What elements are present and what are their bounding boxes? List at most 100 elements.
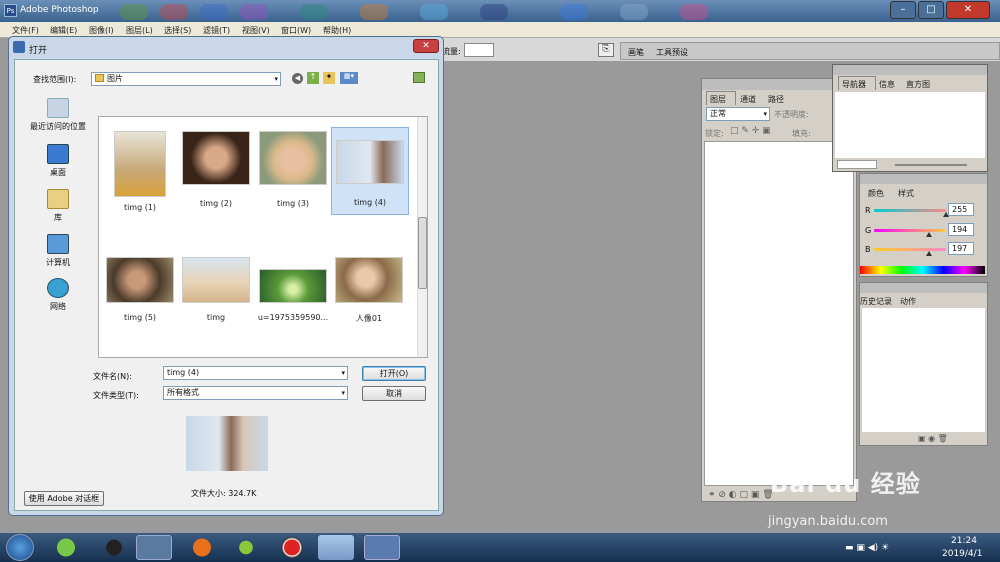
tab-channels[interactable]: 通道 [740, 94, 756, 105]
network-icon [47, 278, 69, 298]
menu-select[interactable]: 选择(S) [164, 25, 191, 36]
scrollbar-thumb[interactable] [418, 217, 427, 289]
view-menu-icon[interactable]: ▦▾ [340, 72, 358, 84]
tab-actions[interactable]: 动作 [900, 296, 916, 307]
tab-styles[interactable]: 样式 [898, 188, 914, 199]
folder-icon [95, 74, 104, 82]
menu-filter[interactable]: 滤镜(T) [203, 25, 230, 36]
menu-file[interactable]: 文件(F) [12, 25, 39, 36]
place-recent[interactable]: 最近访问的位置 [23, 98, 93, 132]
menu-edit[interactable]: 编辑(E) [50, 25, 77, 36]
file-thumbnail [182, 131, 250, 185]
slider-knob-icon[interactable] [926, 251, 933, 256]
navigator-preview [835, 92, 985, 158]
tray-icons[interactable]: ▬ ▣ ◀) ☀ [845, 543, 889, 553]
ghost-icon [620, 4, 648, 20]
channel-value-g[interactable]: 194 [948, 223, 974, 236]
firefox-icon[interactable] [184, 535, 220, 560]
qq-icon[interactable] [96, 535, 132, 560]
minimize-button[interactable]: – [890, 1, 916, 19]
layers-list[interactable] [704, 141, 854, 486]
filetype-select[interactable]: 所有格式 ▾ [163, 386, 348, 400]
tab-color[interactable]: 颜色 [868, 188, 884, 199]
maximize-button[interactable]: □ [918, 1, 944, 19]
file-item[interactable]: timg (5) [102, 257, 178, 341]
chevron-down-icon: ▾ [341, 369, 345, 377]
panel-titlebar [860, 174, 987, 184]
tab-history[interactable]: 历史记录 [860, 296, 892, 307]
place-libraries[interactable]: 库 [23, 189, 93, 223]
back-icon[interactable]: ◀ [292, 73, 303, 84]
file-thumbnail [182, 257, 250, 303]
file-item[interactable]: 人像01 [331, 257, 407, 341]
slider-knob-icon[interactable] [925, 232, 932, 237]
use-adobe-dialog-button[interactable]: 使用 Adobe 对话框 [24, 491, 104, 506]
file-item[interactable]: timg [178, 257, 254, 341]
file-thumbnail [259, 131, 327, 185]
menu-image[interactable]: 图像(I) [89, 25, 114, 36]
layer-footer-icons[interactable]: ⚭ ⊘ ◐ ▢ ▣ 🗑 [708, 490, 774, 500]
channel-value-r[interactable]: 255 [948, 203, 974, 216]
tab-navigator[interactable]: 导航器 [842, 79, 866, 90]
open-button[interactable]: 打开(O) [362, 366, 426, 381]
tab-info[interactable]: 信息 [879, 79, 895, 90]
photoshop-taskbar-icon[interactable] [364, 535, 400, 560]
tab-histogram[interactable]: 直方图 [906, 79, 930, 90]
menu-window[interactable]: 窗口(W) [281, 25, 311, 36]
file-list[interactable]: timg (1) timg (2) timg (3) timg (4) timg… [98, 116, 428, 358]
file-thumbnail [335, 257, 403, 303]
menu-help[interactable]: 帮助(H) [323, 25, 351, 36]
file-item[interactable]: u=1975359590... [255, 269, 331, 353]
tab-brushes[interactable]: 画笔 [628, 47, 644, 58]
video-app-icon[interactable] [228, 535, 264, 560]
start-button[interactable] [6, 534, 34, 561]
new-folder-icon[interactable]: ✦ [323, 72, 335, 84]
360-browser-icon[interactable] [48, 535, 84, 560]
channel-slider-g[interactable] [874, 229, 946, 232]
clock-time[interactable]: 21:24 [951, 536, 977, 546]
close-button[interactable]: ✕ [946, 1, 990, 19]
folder-green-icon[interactable] [413, 72, 425, 83]
channel-value-b[interactable]: 197 [948, 242, 974, 255]
zoom-slider[interactable] [895, 164, 967, 166]
flow-input[interactable] [464, 43, 494, 57]
zoom-input[interactable] [837, 160, 877, 169]
place-desktop[interactable]: 桌面 [23, 144, 93, 178]
tab-tool-presets[interactable]: 工具预设 [656, 47, 688, 58]
menu-view[interactable]: 视图(V) [242, 25, 270, 36]
place-computer[interactable]: 计算机 [23, 234, 93, 268]
desktop-icon [47, 144, 69, 164]
file-item[interactable]: timg (1) [102, 131, 178, 215]
menu-layer[interactable]: 图层(L) [126, 25, 153, 36]
palette-well-icon[interactable]: ⎘ [598, 43, 614, 57]
history-list[interactable] [862, 308, 985, 432]
recent-places-icon [47, 98, 69, 118]
dialog-close-button[interactable]: ✕ [413, 39, 439, 53]
place-network[interactable]: 网络 [23, 278, 93, 312]
record-icon[interactable] [274, 535, 310, 560]
file-item-selected[interactable]: timg (4) [331, 127, 409, 215]
blend-mode-select[interactable]: 正常 ▾ [706, 107, 770, 121]
file-item[interactable]: timg (3) [255, 131, 331, 215]
tab-paths[interactable]: 路径 [768, 94, 784, 105]
channel-slider-r[interactable] [874, 209, 946, 212]
history-footer-icons[interactable]: ▣ ◉ 🗑 [918, 434, 948, 443]
color-ramp[interactable] [860, 266, 985, 274]
file-list-scrollbar[interactable] [417, 117, 427, 357]
channel-slider-b[interactable] [874, 248, 946, 251]
filename-input[interactable]: timg (4) ▾ [163, 366, 348, 380]
taskbar: ▬ ▣ ◀) ☀ 21:24 2019/4/1 [0, 533, 1000, 562]
tab-layers[interactable]: 图层 [710, 94, 726, 105]
cancel-button[interactable]: 取消 [362, 386, 426, 401]
clock-date[interactable]: 2019/4/1 [942, 549, 982, 559]
lock-icons[interactable]: □ ✎ ✛ ▣ [730, 126, 771, 136]
ghost-icon [160, 4, 188, 20]
explorer-icon[interactable] [136, 535, 172, 560]
photoshop-feather-icon [13, 41, 25, 53]
file-item[interactable]: timg (2) [178, 131, 254, 215]
app-icon[interactable] [318, 535, 354, 560]
lookin-select[interactable]: 图片 ▾ [91, 72, 281, 86]
ghost-icon [560, 4, 588, 20]
ghost-icon [680, 4, 708, 20]
up-folder-icon[interactable]: ↑ [307, 72, 319, 84]
